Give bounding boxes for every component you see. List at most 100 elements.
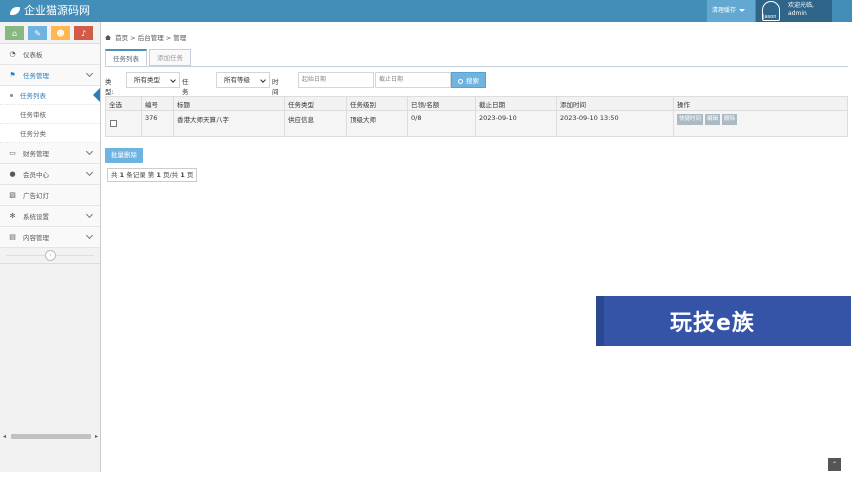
double-chevron-up-icon: ⌃	[831, 461, 838, 468]
caret-down-icon	[739, 9, 746, 12]
chevron-left-icon: ‹	[49, 252, 52, 259]
dashboard-icon: ◔	[9, 50, 16, 58]
breadcrumb-sep: >	[165, 34, 172, 42]
brand[interactable]: 企业猫源码网	[10, 3, 90, 19]
pager-mid1: 条记录 第	[126, 171, 155, 179]
sidebar-item-members[interactable]: ● 会员中心	[0, 164, 100, 185]
pager-pages: 1	[180, 171, 185, 179]
chevron-down-icon	[85, 168, 94, 177]
sidebar-item-label: 广告幻灯	[23, 192, 49, 200]
sidebar-item-ads[interactable]: ▨ 广告幻灯	[0, 185, 100, 206]
submenu-item-task-list[interactable]: 任务列表	[0, 86, 100, 105]
avatar-name: Jason	[763, 14, 777, 20]
start-date-input[interactable]: 起始日期	[298, 72, 374, 88]
sidebar-item-label: 财务管理	[23, 150, 49, 158]
bell-icon: ♪	[80, 28, 87, 38]
cell-type: 供应信息	[284, 110, 347, 137]
col-level: 任务级别	[346, 96, 408, 111]
user-menu[interactable]: Jason 欢迎光临, admin	[756, 0, 832, 22]
level-select[interactable]: 所有等级	[216, 72, 270, 88]
scroll-left-icon[interactable]: ◂	[3, 433, 6, 440]
book-icon: ▤	[9, 233, 16, 241]
scroll-right-icon[interactable]: ▸	[95, 433, 98, 440]
submenu-item-task-category[interactable]: 任务分类	[0, 124, 100, 143]
watermark-banner: 玩技e族	[596, 296, 851, 346]
type-label: 类型:	[105, 78, 114, 96]
search-label: 搜索	[466, 77, 479, 85]
cell-actions: 快捷时间 编辑 删除	[673, 110, 848, 137]
users-icon: ☻	[56, 28, 65, 38]
sidebar-item-label: 任务管理	[23, 72, 49, 80]
col-actions: 操作	[673, 96, 848, 111]
cell-added: 2023-09-10 13:50	[556, 110, 674, 137]
type-select-value: 所有类型	[134, 76, 160, 84]
end-date-input[interactable]: 截止日期	[375, 72, 451, 88]
delete-button[interactable]: 删除	[722, 114, 738, 125]
shortcut-edit-button[interactable]: ✎	[28, 26, 47, 40]
col-type: 任务类型	[284, 96, 347, 111]
sidebar-item-settings[interactable]: ✻ 系统设置	[0, 206, 100, 227]
pencil-icon: ✎	[34, 28, 41, 38]
top-navbar: 企业猫源码网 清理缓存 Jason 欢迎光临, admin	[0, 0, 852, 22]
cog-icon: ✻	[9, 212, 16, 220]
cell-deadline: 2023-09-10	[475, 110, 557, 137]
watermark-text: 玩技e族	[670, 311, 755, 336]
scrollbar-thumb[interactable]	[11, 434, 91, 439]
shortcut-home-button[interactable]: ⌂	[5, 26, 24, 40]
breadcrumb: 首页 > 后台管理 > 管理	[105, 32, 186, 42]
cell-level: 顶级大师	[346, 110, 408, 137]
edit-button[interactable]: 编辑	[705, 114, 721, 125]
tab-task-list[interactable]: 任务列表	[105, 49, 147, 66]
row-checkbox[interactable]	[110, 120, 117, 127]
sidebar-item-finance[interactable]: ▭ 财务管理	[0, 143, 100, 164]
sidebar-item-label: 系统设置	[23, 213, 49, 221]
scroll-to-top-button[interactable]: ⌃	[828, 458, 841, 471]
cell-id: 376	[141, 110, 174, 137]
sidebar-item-content[interactable]: ▤ 内容管理	[0, 227, 100, 248]
submenu-label: 任务列表	[20, 92, 46, 100]
brand-name: 企业猫源码网	[24, 4, 90, 17]
shortcut-users-button[interactable]: ☻	[51, 26, 70, 40]
sidebar-item-dashboard[interactable]: ◔ 仪表板	[0, 44, 100, 65]
breadcrumb-home[interactable]: 首页	[115, 34, 128, 42]
bottom-strip	[0, 472, 852, 491]
clear-cache-label: 清理缓存	[712, 7, 737, 14]
user-welcome: 欢迎光临, admin	[788, 2, 814, 18]
table-header-row: 全选 编号 标题 任务类型 任务级别 已领/名额 截止日期 添加时间 操作	[105, 96, 848, 111]
home-icon	[105, 35, 111, 40]
chevron-down-icon	[85, 231, 94, 240]
tab-add-task[interactable]: 添加任务	[149, 49, 191, 66]
pager-page: 1	[156, 171, 161, 179]
cell-quota: 0/8	[407, 110, 476, 137]
shortcut-bar: ⌂ ✎ ☻ ♪	[0, 22, 100, 44]
chevron-down-icon	[170, 77, 176, 83]
submenu-label: 任务分类	[20, 130, 46, 138]
tab-divider	[105, 66, 848, 67]
row-select-cell	[105, 110, 142, 137]
clear-cache-button[interactable]: 清理缓存	[707, 0, 755, 22]
flag-icon: ⚑	[9, 71, 16, 79]
type-select[interactable]: 所有类型	[126, 72, 180, 88]
col-quota: 已领/名额	[407, 96, 476, 111]
search-icon	[458, 79, 463, 84]
cell-title: 香港大师天算八字	[173, 110, 285, 137]
search-button[interactable]: 搜索	[451, 72, 486, 88]
col-select-all[interactable]: 全选	[105, 96, 142, 111]
active-arrow-icon	[93, 88, 100, 102]
collapse-sidebar-button[interactable]: ‹	[45, 250, 56, 261]
chevron-down-icon	[85, 210, 94, 219]
chevron-down-icon	[260, 77, 266, 83]
shortcut-notify-button[interactable]: ♪	[74, 26, 93, 40]
sidebar-item-tasks[interactable]: ⚑ 任务管理	[0, 65, 100, 86]
sidebar-scrollbar[interactable]: ◂ ▸	[3, 432, 98, 442]
sidebar-item-label: 会员中心	[23, 171, 49, 179]
col-deadline: 截止日期	[475, 96, 557, 111]
submenu-item-task-review[interactable]: 任务审核	[0, 105, 100, 124]
batch-delete-button[interactable]: 批量删除	[105, 148, 143, 163]
quick-time-button[interactable]: 快捷时间	[677, 114, 704, 125]
wallet-icon: ▭	[9, 149, 16, 157]
pager-prefix: 共	[111, 171, 118, 179]
chevron-down-icon	[85, 69, 94, 78]
breadcrumb-level2[interactable]: 后台管理	[138, 34, 164, 42]
bullet-icon	[10, 94, 13, 97]
